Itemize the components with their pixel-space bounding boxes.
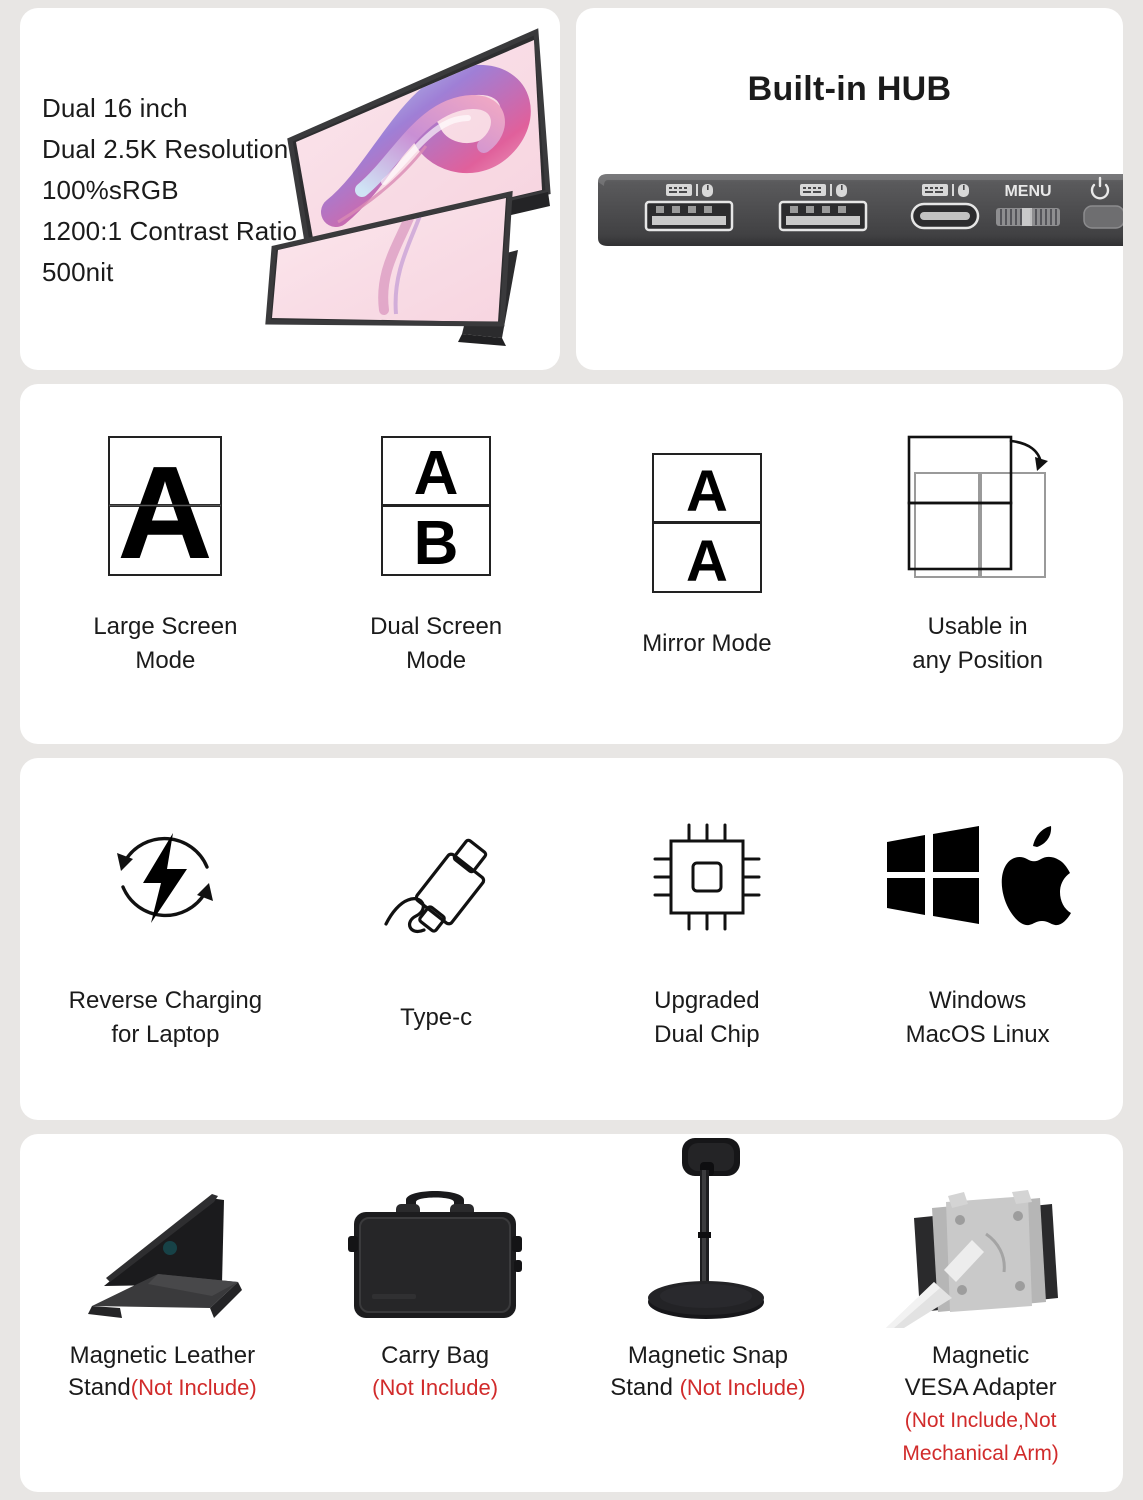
- feature-dual-chip: Upgraded Dual Chip: [572, 812, 843, 1052]
- accessory-name-line2: Stand: [610, 1374, 673, 1401]
- mode-label: Mirror Mode: [642, 630, 772, 657]
- letter-b: B: [414, 509, 459, 578]
- accessory-label: Magnetic VESA Adapter (Not Include,Not M…: [902, 1340, 1058, 1470]
- large-screen-mode-icon: A: [108, 436, 223, 586]
- modes-card: A Large ScreenMode A B Dual ScreenMode: [20, 384, 1123, 744]
- usb-c-port: [910, 202, 980, 230]
- svg-text:A: A: [118, 439, 213, 586]
- accessory-name-line1: Magnetic Snap: [627, 1342, 788, 1369]
- accessory-label: Magnetic Snap Stand (Not Include): [610, 1340, 805, 1404]
- spec-item: 100%sRGB: [42, 175, 179, 205]
- keyboard-mouse-icon-2: [800, 184, 847, 197]
- accessory-vesa-adapter: Magnetic VESA Adapter (Not Include,Not M…: [844, 1156, 1117, 1470]
- hub-card: Built-in HUB MENU: [576, 8, 1123, 370]
- infographic-page: Dual 16 inch Dual 2.5K Resolution 100%sR…: [0, 0, 1143, 1500]
- reverse-charging-icon: [103, 812, 227, 942]
- specs-card: Dual 16 inch Dual 2.5K Resolution 100%sR…: [20, 8, 560, 370]
- windows-logo-icon: [886, 826, 979, 924]
- not-include-note: (Not Include): [130, 1375, 257, 1400]
- accessories-card: Magnetic Leather Stand(Not Include) Carr…: [20, 1134, 1123, 1492]
- svg-text:A: A: [686, 459, 728, 524]
- usb-c-cable-icon: [374, 829, 498, 959]
- keyboard-mouse-icon-1: [666, 184, 713, 197]
- feature-type-c: Type-c: [301, 829, 572, 1035]
- accessory-snap-stand: Magnetic Snap Stand (Not Include): [572, 1138, 845, 1404]
- not-include-note: (Not Include): [679, 1375, 806, 1400]
- spec-item: Dual 16 inch: [42, 93, 188, 123]
- power-button: [1083, 205, 1123, 229]
- accessory-name-line2: VESA Adapter: [904, 1374, 1057, 1401]
- chip-icon: [645, 812, 769, 942]
- mode-dual-screen: A B Dual Screen Mode: [301, 436, 572, 678]
- accessory-leather-stand: Magnetic Leather Stand(Not Include): [26, 1156, 299, 1404]
- hub-port-bar: MENU: [594, 168, 1123, 258]
- leather-stand-image: [62, 1156, 262, 1328]
- specs-list: Dual 16 inch Dual 2.5K Resolution 100%sR…: [42, 88, 297, 293]
- feature-label: Type-c: [400, 1004, 473, 1031]
- spec-item: Dual 2.5K Resolution: [42, 134, 289, 164]
- windows-apple-icon: [883, 812, 1073, 942]
- dual-monitor-product-image: [265, 22, 560, 352]
- not-include-note: (Not Include): [372, 1375, 499, 1400]
- usb-a-port-1: [644, 200, 734, 232]
- features-card: Reverse Charging for Laptop Type-c Upgra…: [20, 758, 1123, 1120]
- spec-item: 1200:1 Contrast Ratio: [42, 216, 298, 246]
- accessory-name-line1: Carry Bag: [381, 1342, 490, 1369]
- dual-screen-mode-icon: A B: [381, 436, 492, 578]
- mode-label: Usable in any Position: [912, 613, 1043, 674]
- vesa-adapter-image: [885, 1156, 1076, 1328]
- not-include-note-line2: Mechanical Arm): [902, 1442, 1059, 1465]
- accessory-carry-bag: Carry Bag (Not Include): [299, 1156, 572, 1404]
- menu-scroll-wheel: [996, 208, 1060, 226]
- accessory-label: Carry Bag (Not Include): [372, 1340, 498, 1404]
- accessory-label: Magnetic Leather Stand(Not Include): [68, 1340, 257, 1404]
- arrow-head: [1034, 457, 1048, 471]
- hub-title: Built-in HUB: [747, 70, 952, 108]
- feature-os-support: Windows MacOS Linux: [842, 812, 1113, 1052]
- feature-label: Reverse Charging for Laptop: [68, 987, 263, 1048]
- snap-stand-image: [628, 1138, 788, 1328]
- svg-text:A: A: [686, 529, 728, 594]
- feature-label: Upgraded Dual Chip: [654, 987, 760, 1048]
- any-position-icon: [903, 435, 1053, 578]
- menu-label: MENU: [1004, 183, 1051, 200]
- carry-bag-image: [340, 1156, 530, 1328]
- spec-item: 500nit: [42, 257, 114, 287]
- accessory-name-line2: Stand: [68, 1374, 131, 1401]
- mode-large-screen: A Large Screen Mode: [30, 436, 301, 678]
- mode-any-position: Usable in any Position: [842, 435, 1113, 678]
- letter-a: A: [414, 439, 459, 508]
- row-specs-hub: Dual 16 inch Dual 2.5K Resolution 100%sR…: [20, 8, 1123, 370]
- feature-label: Windows MacOS Linux: [905, 987, 1050, 1048]
- usb-a-port-2: [778, 200, 868, 232]
- mode-label: Dual Screen Mode: [370, 613, 503, 674]
- mode-label: Large Screen Mode: [93, 613, 238, 674]
- apple-logo-icon: [1001, 826, 1071, 926]
- mirror-mode-icon: A A: [651, 453, 762, 594]
- not-include-note-line1: (Not Include,Not: [904, 1409, 1057, 1432]
- accessory-name-line1: Magnetic Leather: [69, 1342, 256, 1369]
- mode-mirror: A A Mirror Mode: [572, 453, 843, 661]
- feature-reverse-charging: Reverse Charging for Laptop: [30, 812, 301, 1052]
- keyboard-mouse-icon-3: [922, 184, 969, 197]
- accessory-name-line1: Magnetic: [931, 1342, 1030, 1369]
